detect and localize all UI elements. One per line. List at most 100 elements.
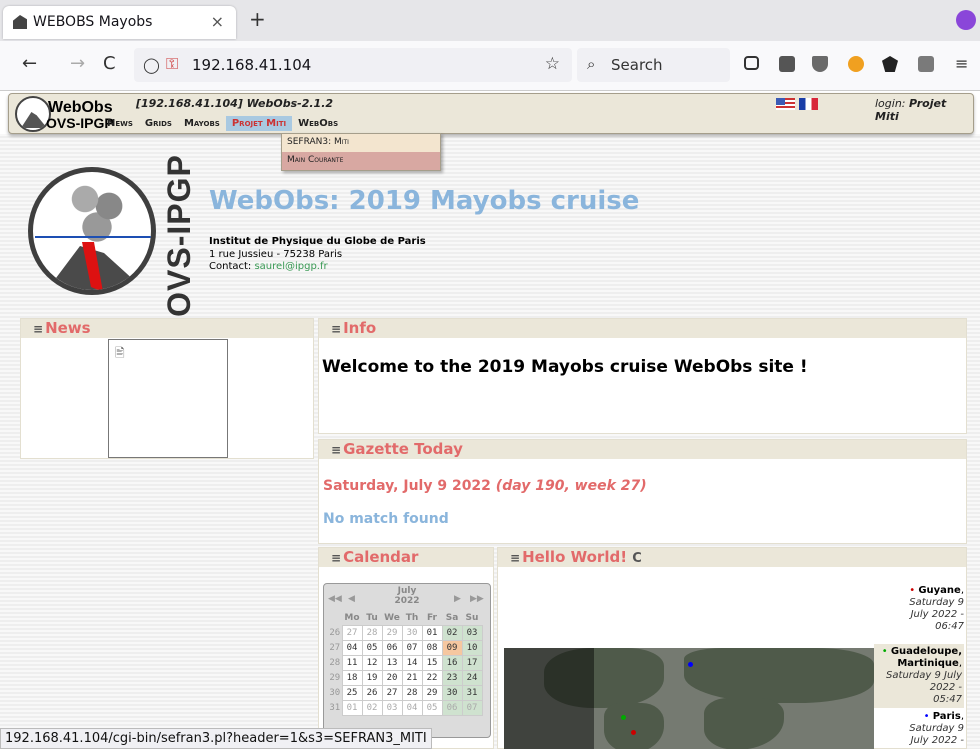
calendar-day[interactable]: 10 xyxy=(461,639,483,656)
calendar-header[interactable]: ≡ Calendar xyxy=(319,548,493,567)
calendar-day[interactable]: 21 xyxy=(401,669,423,686)
calendar-day[interactable]: 30 xyxy=(441,684,463,701)
url-text[interactable]: 192.168.41.104 xyxy=(192,56,311,74)
calendar-day[interactable]: 09 xyxy=(441,639,463,656)
calendar-day[interactable]: 27 xyxy=(381,684,403,701)
calendar-day[interactable]: 17 xyxy=(461,654,483,671)
calendar-day[interactable]: 01 xyxy=(421,624,443,641)
calendar-day[interactable]: 15 xyxy=(421,654,443,671)
calendar-day[interactable]: 04 xyxy=(401,699,423,716)
calendar-day[interactable]: 16 xyxy=(441,654,463,671)
next-year-button[interactable]: ▶▶ xyxy=(470,594,484,604)
weekday-header: Th xyxy=(405,613,419,624)
calendar-day[interactable]: 29 xyxy=(381,624,403,641)
calendar-day[interactable]: 03 xyxy=(461,624,483,641)
menu-mayobs[interactable]: Mayobs xyxy=(178,116,226,131)
firefox-extension-icon[interactable] xyxy=(956,10,976,30)
search-icon: ⌕ xyxy=(587,55,596,73)
calendar-day[interactable]: 20 xyxy=(381,669,403,686)
collapse-icon[interactable]: ≡ xyxy=(510,551,520,565)
calendar-day[interactable]: 06 xyxy=(441,699,463,716)
extension-grid-icon[interactable] xyxy=(918,56,934,72)
refresh-icon[interactable]: C xyxy=(632,551,642,566)
reload-button[interactable]: C xyxy=(103,53,116,74)
calendar-day[interactable]: 13 xyxy=(381,654,403,671)
calendar-widget: ◀◀ ◀ July 2022 ▶ ▶▶ Mo Tu We Th Fr Sa Su 26 27 28… xyxy=(323,583,491,738)
calendar-day[interactable]: 22 xyxy=(421,669,443,686)
extension-s-icon[interactable] xyxy=(779,56,795,72)
gazette-header[interactable]: ≡ Gazette Today xyxy=(319,440,966,459)
extension-paw-icon[interactable] xyxy=(882,56,898,72)
calendar-day[interactable]: 12 xyxy=(361,654,383,671)
calendar-day[interactable]: 29 xyxy=(421,684,443,701)
menu-projet-miti[interactable]: Projet Miti xyxy=(225,116,293,131)
calendar-day[interactable]: 08 xyxy=(421,639,443,656)
ovs-ipgp-logo: OVS-IPGP xyxy=(28,154,198,316)
menu-webobs[interactable]: WebObs xyxy=(292,116,344,131)
clock-guadeloupe: • Guadeloupe, Martinique, Saturday 9 Jul… xyxy=(874,644,964,708)
forward-button[interactable]: → xyxy=(70,53,85,74)
app-menu-icon[interactable]: ≡ xyxy=(955,54,968,73)
calendar-day[interactable]: 03 xyxy=(381,699,403,716)
calendar-day[interactable]: 24 xyxy=(461,669,483,686)
collapse-icon[interactable]: ≡ xyxy=(33,322,43,336)
french-flag-icon[interactable] xyxy=(799,98,818,110)
calendar-day[interactable]: 30 xyxy=(401,624,423,641)
menu-news[interactable]: News xyxy=(101,116,139,131)
weekday-header: Su xyxy=(465,613,479,624)
calendar-day[interactable]: 23 xyxy=(441,669,463,686)
calendar-grid: Mo Tu We Th Fr Sa Su 26 27 28 29 30 01 02 03 27 04 05 06 0… xyxy=(328,612,483,716)
calendar-day[interactable]: 18 xyxy=(341,669,363,686)
calendar-day[interactable]: 04 xyxy=(341,639,363,656)
dropdown-item-main-courante[interactable]: Main Courante xyxy=(282,152,440,170)
calendar-day[interactable]: 19 xyxy=(361,669,383,686)
contact-line: Contact: saurel@ipgp.fr xyxy=(209,261,328,272)
news-panel: ≡ News 🖹 xyxy=(20,318,314,459)
calendar-day[interactable]: 05 xyxy=(421,699,443,716)
contact-email-link[interactable]: saurel@ipgp.fr xyxy=(254,261,327,272)
calendar-day[interactable]: 28 xyxy=(361,624,383,641)
night-shade xyxy=(504,648,594,749)
calendar-day[interactable]: 27 xyxy=(341,624,363,641)
browser-nav-bar: ← → C ◯ ⚿ 192.168.41.104 ☆ ⌕ Search ≡ xyxy=(0,41,980,91)
page-title: WebObs: 2019 Mayobs cruise xyxy=(209,186,640,216)
shield-icon[interactable]: ◯ xyxy=(143,56,160,74)
collapse-icon[interactable]: ≡ xyxy=(331,551,341,565)
ublock-icon[interactable] xyxy=(812,56,828,72)
insecure-lock-icon[interactable]: ⚿ xyxy=(166,54,178,74)
browser-tab[interactable]: WEBOBS Mayobs × xyxy=(3,6,236,39)
calendar-day[interactable]: 06 xyxy=(381,639,403,656)
menu-grids[interactable]: Grids xyxy=(139,116,178,131)
tab-title: WEBOBS Mayobs xyxy=(33,14,153,30)
collapse-icon[interactable]: ≡ xyxy=(331,443,341,457)
calendar-day[interactable]: 28 xyxy=(401,684,423,701)
address-bar[interactable]: ◯ ⚿ 192.168.41.104 ☆ xyxy=(134,48,572,82)
calendar-day[interactable]: 01 xyxy=(341,699,363,716)
collapse-icon[interactable]: ≡ xyxy=(331,322,341,336)
calendar-day[interactable]: 02 xyxy=(361,699,383,716)
news-header[interactable]: ≡ News xyxy=(21,319,313,338)
calendar-day[interactable]: 11 xyxy=(341,654,363,671)
dropdown-item-sefran3[interactable]: SEFRAN3: Miti xyxy=(282,134,440,152)
new-tab-button[interactable]: + xyxy=(249,7,266,31)
next-month-button[interactable]: ▶ xyxy=(454,594,461,604)
extension-c-icon[interactable] xyxy=(848,56,864,72)
calendar-day[interactable]: 07 xyxy=(461,699,483,716)
week-number: 29 xyxy=(329,672,341,683)
calendar-day[interactable]: 05 xyxy=(361,639,383,656)
calendar-day[interactable]: 25 xyxy=(341,684,363,701)
hello-world-header[interactable]: ≡ Hello World! C xyxy=(498,548,966,567)
pocket-icon[interactable] xyxy=(744,56,759,70)
calendar-day[interactable]: 26 xyxy=(361,684,383,701)
english-flag-icon[interactable] xyxy=(776,98,795,110)
calendar-day[interactable]: 02 xyxy=(441,624,463,641)
close-tab-icon[interactable]: × xyxy=(211,12,224,31)
search-input[interactable]: ⌕ Search xyxy=(577,48,730,82)
bookmark-star-icon[interactable]: ☆ xyxy=(545,54,560,74)
calendar-day[interactable]: 31 xyxy=(461,684,483,701)
back-button[interactable]: ← xyxy=(22,53,37,74)
calendar-day[interactable]: 07 xyxy=(401,639,423,656)
language-flags xyxy=(776,98,820,110)
info-header[interactable]: ≡ Info xyxy=(319,319,966,338)
calendar-day[interactable]: 14 xyxy=(401,654,423,671)
